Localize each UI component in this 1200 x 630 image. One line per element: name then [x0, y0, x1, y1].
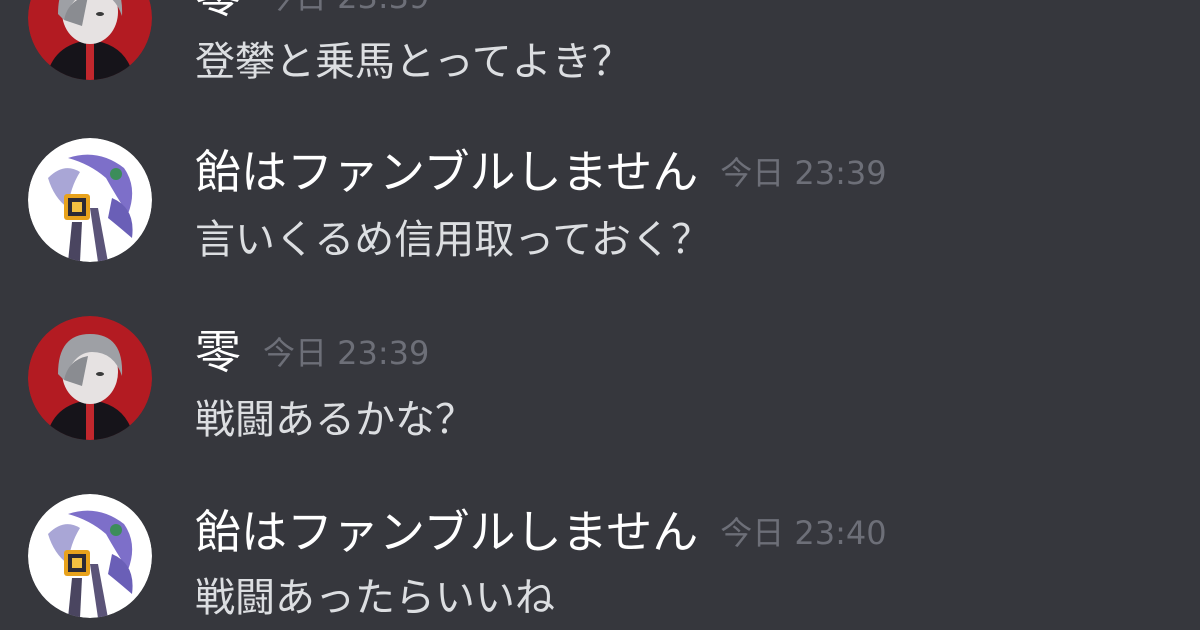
message-text: 言いくるめ信用取っておく？ — [195, 217, 711, 263]
chat-message-list: 零今日 23:39 登攀と乗馬とってよき？ 飴はファンブルしません今日 23:3… — [0, 0, 1200, 630]
timestamp: 今日 23:40 — [720, 514, 887, 552]
username[interactable]: 零今日 23:39 — [195, 324, 429, 381]
username-label: 飴はファンブルしません — [195, 145, 699, 199]
ame-avatar-icon[interactable] — [28, 494, 152, 618]
timestamp: 今日 23:39 — [720, 154, 887, 192]
rei-avatar-icon[interactable] — [28, 316, 152, 440]
message-text: 戦闘あったらいいね — [195, 575, 555, 621]
rei-avatar-icon[interactable] — [28, 0, 152, 80]
username-label: 飴はファンブルしません — [195, 505, 699, 559]
username[interactable]: 飴はファンブルしません 今日 23:39 — [195, 144, 887, 201]
message-text: 戦闘あるかな？ — [195, 397, 475, 443]
username[interactable]: 飴はファンブルしません 今日 23:40 — [195, 504, 887, 561]
ame-avatar-icon[interactable] — [28, 138, 152, 262]
message-text: 登攀と乗馬とってよき？ — [195, 39, 632, 85]
username-label: 零 — [195, 0, 241, 23]
timestamp: 今日 23:39 — [263, 334, 430, 372]
username[interactable]: 零 今日 23:39 — [195, 0, 429, 25]
username-label: 零 — [195, 325, 241, 379]
timestamp: 今日 23:39 — [263, 0, 429, 16]
